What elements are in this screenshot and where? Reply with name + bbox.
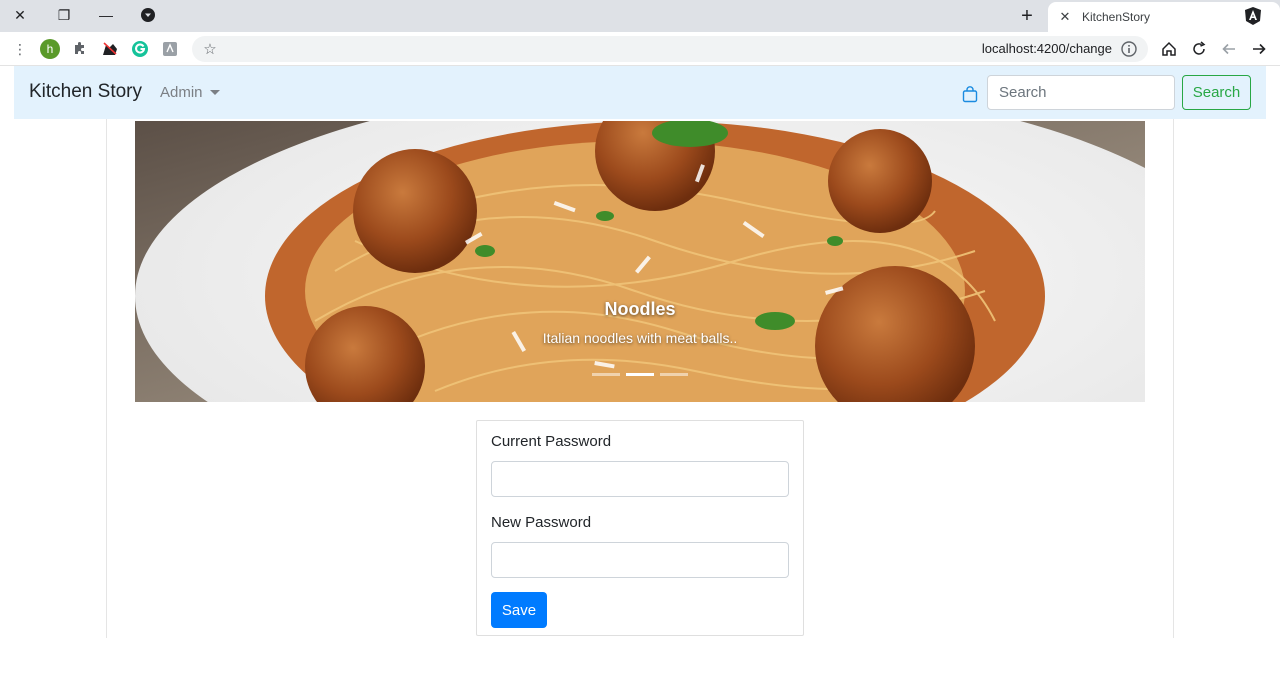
site-info-icon[interactable]: [1120, 40, 1138, 58]
address-bar[interactable]: ☆ localhost:4200/change: [192, 36, 1148, 62]
carousel-indicators: [135, 373, 1145, 376]
container-right-border: [1173, 119, 1174, 638]
navbar: Kitchen Story Admin Search: [14, 66, 1266, 119]
carousel-caption-title: Noodles: [604, 299, 676, 319]
brand-link[interactable]: Kitchen Story: [29, 81, 142, 103]
new-password-label: New Password: [491, 514, 592, 531]
bookmark-star-icon[interactable]: ☆: [198, 37, 222, 61]
home-icon[interactable]: [1157, 37, 1181, 61]
tab-close-icon[interactable]: ✕: [1056, 9, 1074, 25]
browser-toolbar: ⋮ h ☆ localhost:4200/change: [0, 32, 1280, 66]
new-tab-button[interactable]: +: [1014, 4, 1040, 28]
spaghetti-image: [135, 121, 1145, 402]
current-password-label: Current Password: [491, 433, 612, 450]
container-left-border: [106, 119, 107, 638]
search-input[interactable]: [987, 75, 1175, 110]
browser-tabstrip: ✕ ❐ — + ✕ KitchenStory: [0, 0, 1280, 32]
tab-search-icon[interactable]: [128, 0, 168, 30]
carousel-indicator[interactable]: [660, 373, 688, 376]
new-password-input[interactable]: [491, 542, 789, 578]
web-page: Kitchen Story Admin Search Search Noodle…: [0, 66, 1280, 676]
angular-favicon-icon: [1245, 7, 1261, 25]
minimize-window-icon[interactable]: —: [86, 0, 126, 30]
admin-dropdown[interactable]: Admin: [160, 84, 220, 101]
cat-extension-icon[interactable]: [98, 37, 122, 61]
back-arrow-icon[interactable]: [1217, 37, 1241, 61]
current-password-input[interactable]: [491, 461, 789, 497]
carousel-indicator[interactable]: [592, 373, 620, 376]
pdf-extension-icon[interactable]: [158, 37, 182, 61]
restore-window-icon[interactable]: ❐: [44, 0, 84, 30]
close-window-icon[interactable]: ✕: [0, 0, 40, 30]
save-button[interactable]: Save: [491, 592, 547, 628]
shopping-bag-icon[interactable]: [962, 86, 978, 103]
forward-arrow-icon[interactable]: [1247, 37, 1271, 61]
profile-initial: h: [46, 42, 54, 56]
tab-title: KitchenStory: [1082, 10, 1151, 24]
admin-label: Admin: [160, 84, 203, 101]
carousel-indicator-active[interactable]: [626, 373, 654, 376]
address-url: localhost:4200/change: [981, 41, 1112, 56]
browser-menu-icon[interactable]: ⋮: [8, 37, 32, 61]
profile-avatar[interactable]: h: [38, 37, 62, 61]
carousel-caption-text: Italian noodles with meat balls..: [542, 330, 738, 346]
grammarly-icon[interactable]: [128, 37, 152, 61]
caret-down-icon: [209, 90, 220, 95]
extensions-puzzle-icon[interactable]: [68, 37, 92, 61]
reload-icon[interactable]: [1187, 37, 1211, 61]
food-carousel[interactable]: Noodles Italian noodles with meat balls.…: [135, 121, 1145, 402]
search-button[interactable]: Search: [1182, 75, 1251, 110]
change-password-card: Current Password New Password Save: [476, 420, 804, 636]
